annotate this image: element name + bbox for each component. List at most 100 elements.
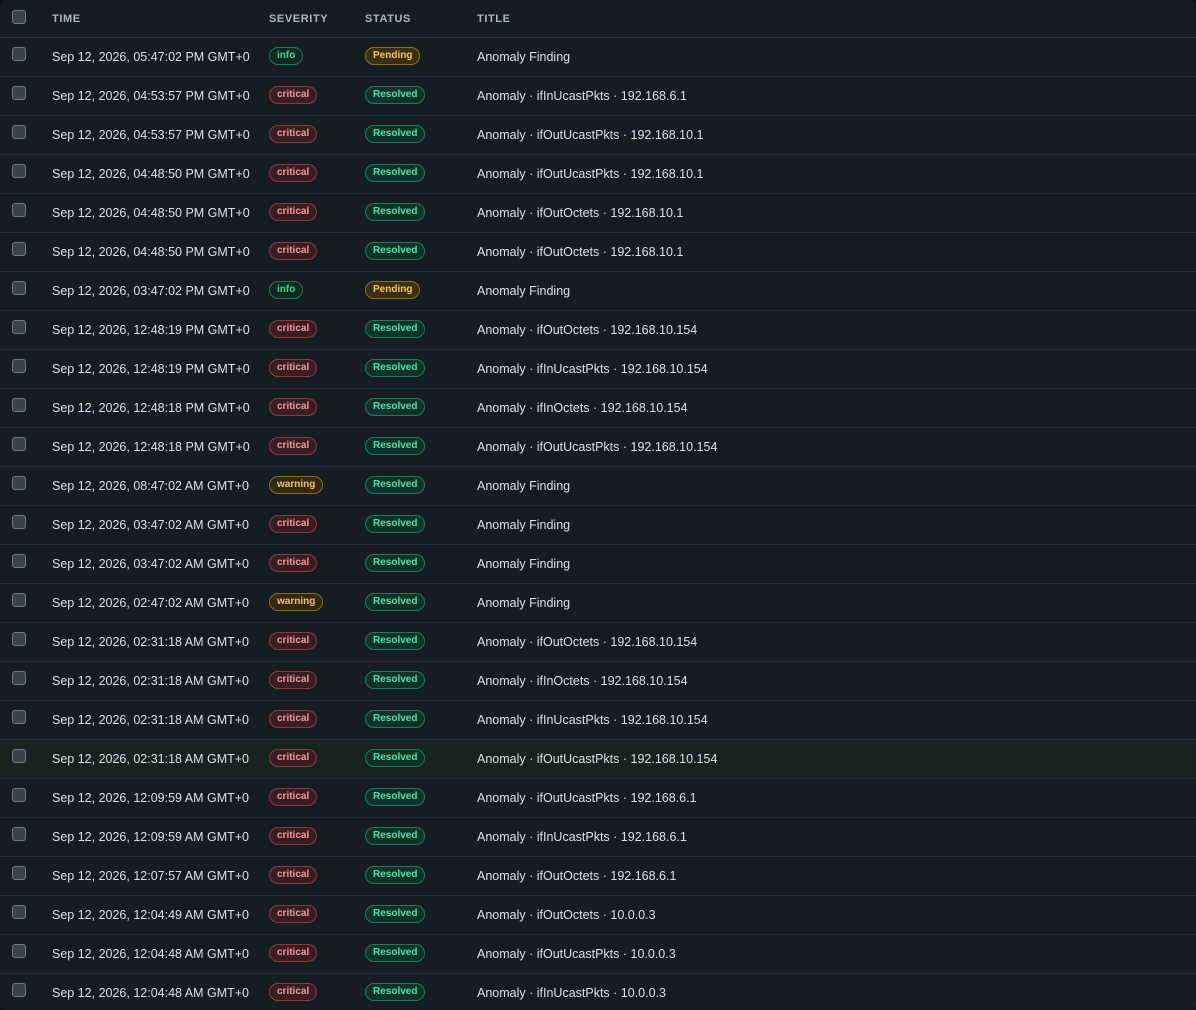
table-row[interactable]: Sep 12, 2026, 12:48:18 PM GMT+0 critical R… xyxy=(0,428,1196,467)
severity-badge: critical xyxy=(269,788,318,806)
row-title: Anomaly · ifInUcastPkts · 192.168.10.154 xyxy=(477,362,708,376)
row-title: Anomaly · ifInUcastPkts · 192.168.6.1 xyxy=(477,830,687,844)
table-row[interactable]: Sep 12, 2026, 12:09:59 AM GMT+0 critical R… xyxy=(0,818,1196,857)
row-checkbox[interactable] xyxy=(12,164,26,178)
table-row[interactable]: Sep 12, 2026, 12:09:59 AM GMT+0 critical R… xyxy=(0,779,1196,818)
row-checkbox[interactable] xyxy=(12,983,26,997)
row-status-cell: Resolved xyxy=(365,155,426,193)
row-select-cell xyxy=(12,389,26,427)
status-badge: Resolved xyxy=(365,671,426,689)
table-row[interactable]: Sep 12, 2026, 04:48:50 PM GMT+0 critical R… xyxy=(0,233,1196,272)
table-row[interactable]: Sep 12, 2026, 02:31:18 AM GMT+0 critical R… xyxy=(0,701,1196,740)
row-select-cell xyxy=(12,77,26,115)
table-row[interactable]: Sep 12, 2026, 12:07:57 AM GMT+0 critical R… xyxy=(0,857,1196,896)
row-time: Sep 12, 2026, 12:48:19 PM GMT+0 xyxy=(52,323,250,337)
row-checkbox[interactable] xyxy=(12,125,26,139)
row-title: Anomaly · ifInUcastPkts · 192.168.6.1 xyxy=(477,89,687,103)
table-row[interactable]: Sep 12, 2026, 12:48:19 PM GMT+0 critical R… xyxy=(0,350,1196,389)
row-checkbox[interactable] xyxy=(12,632,26,646)
row-checkbox[interactable] xyxy=(12,749,26,763)
table-row[interactable]: Sep 12, 2026, 02:31:18 AM GMT+0 critical R… xyxy=(0,623,1196,662)
table-row[interactable]: Sep 12, 2026, 12:48:19 PM GMT+0 critical R… xyxy=(0,311,1196,350)
table-row[interactable]: Sep 12, 2026, 03:47:02 AM GMT+0 critical R… xyxy=(0,545,1196,584)
row-severity-cell: critical xyxy=(269,935,318,973)
table-row[interactable]: Sep 12, 2026, 08:47:02 AM GMT+0 warning Re… xyxy=(0,467,1196,506)
severity-badge: critical xyxy=(269,749,318,767)
row-checkbox[interactable] xyxy=(12,593,26,607)
row-checkbox[interactable] xyxy=(12,359,26,373)
table-row[interactable]: Sep 12, 2026, 12:48:18 PM GMT+0 critical R… xyxy=(0,389,1196,428)
row-time: Sep 12, 2026, 12:09:59 AM GMT+0 xyxy=(52,791,250,805)
table-row[interactable]: Sep 12, 2026, 12:04:48 AM GMT+0 critical R… xyxy=(0,935,1196,974)
row-title: Anomaly Finding xyxy=(477,479,571,493)
row-checkbox[interactable] xyxy=(12,827,26,841)
status-badge: Resolved xyxy=(365,164,426,182)
table-row[interactable]: Sep 12, 2026, 12:04:48 AM GMT+0 critical R… xyxy=(0,974,1196,1010)
table-row[interactable]: Sep 12, 2026, 04:48:50 PM GMT+0 critical R… xyxy=(0,194,1196,233)
row-time: Sep 12, 2026, 02:31:18 AM GMT+0 xyxy=(52,752,250,766)
row-checkbox[interactable] xyxy=(12,398,26,412)
severity-badge: critical xyxy=(269,437,318,455)
table-row[interactable]: Sep 12, 2026, 03:47:02 AM GMT+0 critical R… xyxy=(0,506,1196,545)
row-checkbox[interactable] xyxy=(12,866,26,880)
table-row[interactable]: Sep 12, 2026, 02:31:18 AM GMT+0 critical R… xyxy=(0,662,1196,701)
severity-badge: critical xyxy=(269,554,318,572)
header-time[interactable]: TIME xyxy=(52,0,81,37)
header-status[interactable]: STATUS xyxy=(365,0,411,37)
row-severity-cell: critical xyxy=(269,818,318,856)
row-select-cell xyxy=(12,740,26,778)
row-checkbox[interactable] xyxy=(12,320,26,334)
row-title: Anomaly · ifInOctets · 192.168.10.154 xyxy=(477,401,688,415)
row-checkbox[interactable] xyxy=(12,437,26,451)
status-badge: Resolved xyxy=(365,905,426,923)
status-badge: Resolved xyxy=(365,632,426,650)
table-row[interactable]: Sep 12, 2026, 04:53:57 PM GMT+0 critical R… xyxy=(0,116,1196,155)
row-title: Anomaly · ifInOctets · 192.168.10.154 xyxy=(477,674,688,688)
header-title[interactable]: TITLE xyxy=(477,0,511,37)
row-select-cell xyxy=(12,818,26,856)
row-time: Sep 12, 2026, 12:09:59 AM GMT+0 xyxy=(52,830,250,844)
table-row[interactable]: Sep 12, 2026, 03:47:02 PM GMT+0 info Pendi… xyxy=(0,272,1196,311)
row-checkbox[interactable] xyxy=(12,86,26,100)
row-checkbox[interactable] xyxy=(12,788,26,802)
status-badge: Resolved xyxy=(365,710,426,728)
row-status-cell: Resolved xyxy=(365,350,426,388)
row-severity-cell: critical xyxy=(269,428,318,466)
row-checkbox[interactable] xyxy=(12,476,26,490)
row-checkbox[interactable] xyxy=(12,47,26,61)
row-severity-cell: critical xyxy=(269,194,318,232)
row-time: Sep 12, 2026, 02:47:02 AM GMT+0 xyxy=(52,596,250,610)
table-row[interactable]: Sep 12, 2026, 02:31:18 AM GMT+0 critical R… xyxy=(0,740,1196,779)
row-checkbox[interactable] xyxy=(12,710,26,724)
row-checkbox[interactable] xyxy=(12,515,26,529)
table-row[interactable]: Sep 12, 2026, 12:04:49 AM GMT+0 critical R… xyxy=(0,896,1196,935)
row-select-cell xyxy=(12,194,26,232)
row-severity-cell: info xyxy=(269,38,304,76)
row-checkbox[interactable] xyxy=(12,281,26,295)
header-severity[interactable]: SEVERITY xyxy=(269,0,328,37)
table-row[interactable]: Sep 12, 2026, 04:53:57 PM GMT+0 critical R… xyxy=(0,77,1196,116)
row-checkbox[interactable] xyxy=(12,905,26,919)
row-time: Sep 12, 2026, 03:47:02 PM GMT+0 xyxy=(52,284,250,298)
row-title: Anomaly · ifOutOctets · 192.168.10.154 xyxy=(477,635,698,649)
table-header: TIME SEVERITY STATUS TITLE xyxy=(0,0,1196,38)
table-row[interactable]: Sep 12, 2026, 02:47:02 AM GMT+0 warning Re… xyxy=(0,584,1196,623)
row-severity-cell: warning xyxy=(269,584,324,622)
row-checkbox[interactable] xyxy=(12,944,26,958)
severity-badge: critical xyxy=(269,125,318,143)
table-row[interactable]: Sep 12, 2026, 04:48:50 PM GMT+0 critical R… xyxy=(0,155,1196,194)
row-time: Sep 12, 2026, 03:47:02 AM GMT+0 xyxy=(52,518,250,532)
row-checkbox[interactable] xyxy=(12,242,26,256)
status-badge: Resolved xyxy=(365,749,426,767)
row-status-cell: Pending xyxy=(365,272,421,310)
row-checkbox[interactable] xyxy=(12,671,26,685)
row-checkbox[interactable] xyxy=(12,554,26,568)
row-severity-cell: critical xyxy=(269,506,318,544)
row-select-cell xyxy=(12,311,26,349)
table-row[interactable]: Sep 12, 2026, 05:47:02 PM GMT+0 info Pendi… xyxy=(0,38,1196,77)
select-all-checkbox[interactable] xyxy=(12,9,26,24)
row-title: Anomaly · ifInUcastPkts · 10.0.0.3 xyxy=(477,986,666,1000)
row-title: Anomaly · ifOutOctets · 192.168.10.154 xyxy=(477,323,698,337)
row-select-cell xyxy=(12,701,26,739)
row-checkbox[interactable] xyxy=(12,203,26,217)
